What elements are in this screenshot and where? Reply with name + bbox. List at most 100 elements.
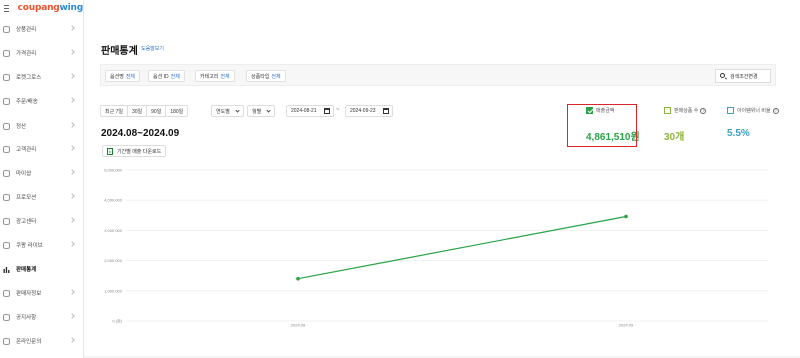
date-separator: ~ [336,107,340,113]
end-date-value: 2024-09-23 [350,108,376,114]
sidebar-item-12[interactable]: 공지사항 [0,310,84,324]
x-tick-label: 2024.09 [619,323,634,328]
sidebar-item-9[interactable]: 쿠팡 라이브 [0,238,84,252]
metric-products-sold[interactable]: 판매상품 수? 30개 [664,107,724,147]
y-tick-label: 4,000,000 [104,198,123,203]
price-tag-icon [3,49,10,57]
range-7days[interactable]: 최근 7일 [100,105,128,117]
change-search-button[interactable]: 검색조건변경 [715,69,771,83]
logo[interactable]: coupangwing [17,3,84,13]
end-date-input[interactable]: 2024-09-23 [345,105,393,117]
y-tick-label: 1,000,000 [104,288,123,293]
coin-icon [3,122,10,130]
logo-text-coupang: coupang [17,3,60,13]
help-icon[interactable]: ? [700,108,707,114]
sidebar-item-label: 로켓그로스 [16,75,42,81]
box-icon [3,25,10,33]
chevron-right-icon [69,169,75,175]
metric-item-winner-ratio[interactable]: 아이템위너 비율? 5.5% [727,107,797,147]
sidebar-item-label: 광고센터 [16,219,37,225]
search-button-label: 검색조건변경 [730,73,758,80]
promotion-icon [3,193,10,201]
sidebar-item-label: 공지사항 [16,315,37,321]
sidebar-item-5[interactable]: 고객관리 [0,142,84,156]
checkbox-item-winner-ratio[interactable] [727,107,734,114]
filter-bar: 옵션명 전체 옵션 ID 전체 카테고리 전체 상품타입 전체 검색조건변경 [100,64,776,86]
chevron-right-icon [69,337,75,343]
chevron-down-icon [235,107,240,113]
sidebar-item-13[interactable]: 온라인문의 [0,334,84,348]
top-bar: coupangwing [0,0,83,16]
sidebar-item-1[interactable]: 가격관리 [0,46,84,60]
sidebar: coupangwing 상품관리가격관리로켓그로스주문/배송정산고객관리마이샵프… [0,0,84,358]
chevron-right-icon [69,97,75,103]
metric-label-text: 판매상품 수 [674,108,699,114]
y-tick-label: 5,000,000 [104,168,123,173]
sidebar-item-3[interactable]: 주문/배송 [0,94,84,108]
sidebar-item-label: 주문/배송 [16,99,38,105]
sidebar-item-8[interactable]: 광고센터 [0,214,84,228]
sidebar-item-4[interactable]: 정산 [0,119,84,133]
chip-value: 전체 [271,73,281,80]
filter-chip-product-type[interactable]: 상품타입 전체 [246,70,286,82]
data-point [624,214,628,219]
chevron-right-icon [69,241,75,247]
menu-icon[interactable] [4,4,9,12]
chevron-right-icon [69,25,75,31]
sidebar-item-label: 정산 [16,124,27,130]
chip-value: 전체 [220,73,230,80]
filter-chip-category[interactable]: 카테고리 전체 [195,70,235,82]
sidebar-item-6[interactable]: 마이샵 [0,166,84,180]
page-title: 판매통계 [101,46,138,57]
notice-icon [3,313,10,321]
truck-icon [3,97,10,105]
live-icon [3,241,10,249]
x-tick-label: 2024.08 [291,323,306,328]
start-date-input[interactable]: 2024-08-21 [286,105,334,117]
calendar-icon[interactable] [324,108,330,114]
range-presets: 최근 7일 30일 90일 180일 [100,105,189,117]
chevron-right-icon [69,122,75,128]
sales-chart-svg: 0 (원) 1,000,000 2,000,000 3,000,000 4,000,00… [84,168,800,358]
sales-chart: 0 (원) 1,000,000 2,000,000 3,000,000 4,000,00… [84,160,800,358]
help-icon[interactable]: ? [772,108,779,114]
download-sales-button[interactable]: x 기간별 매출 다운로드 [102,145,167,157]
calendar-icon[interactable] [383,108,389,114]
sidebar-item-7[interactable]: 프로모션 [0,190,84,204]
range-180days[interactable]: 180일 [165,105,189,117]
month-select-value: 월별 [252,108,262,115]
sidebar-item-10[interactable]: 판매통계 [0,262,84,276]
metric-value: 5.5% [727,128,750,139]
shop-icon [3,169,10,177]
chip-label: 옵션 ID [153,73,169,80]
checkbox-products-sold[interactable] [664,107,671,114]
range-30days[interactable]: 30일 [126,105,148,117]
metric-label-text: 아이템위너 비율 [737,108,771,114]
bar-chart-icon [3,266,10,273]
unit-select[interactable]: 연도별 [211,105,244,117]
sidebar-item-2[interactable]: 로켓그로스 [0,70,84,84]
range-90days[interactable]: 90일 [146,105,167,117]
rocket-icon [3,73,10,81]
sidebar-item-0[interactable]: 상품관리 [0,22,84,36]
month-select[interactable]: 월별 [247,105,276,117]
filter-chip-option-name[interactable]: 옵션명 전체 [105,70,141,82]
filter-chip-option-id[interactable]: 옵션 ID 전체 [148,70,185,82]
series-line [297,215,627,280]
sidebar-item-label: 가격관리 [16,51,37,57]
sidebar-item-label: 판매통계 [16,267,37,273]
sidebar-item-label: 판매자정보 [16,291,42,297]
logo-text-wing: wing [59,3,84,13]
chip-label: 상품타입 [251,73,270,80]
sidebar-item-label: 쿠팡 라이브 [16,243,43,249]
chip-label: 옵션명 [110,73,124,80]
period-label: 2024.08~2024.09 [101,128,180,139]
y-tick-label: 3,000,000 [104,228,123,233]
start-date-value: 2024-08-21 [291,108,317,114]
sidebar-item-11[interactable]: 판매자정보 [0,286,84,300]
sidebar-item-label: 마이샵 [16,171,32,177]
sidebar-item-label: 온라인문의 [16,339,42,345]
headset-icon [3,337,10,345]
sidebar-item-label: 프로모션 [16,195,37,201]
help-link[interactable]: 도움말보기 [141,45,164,52]
